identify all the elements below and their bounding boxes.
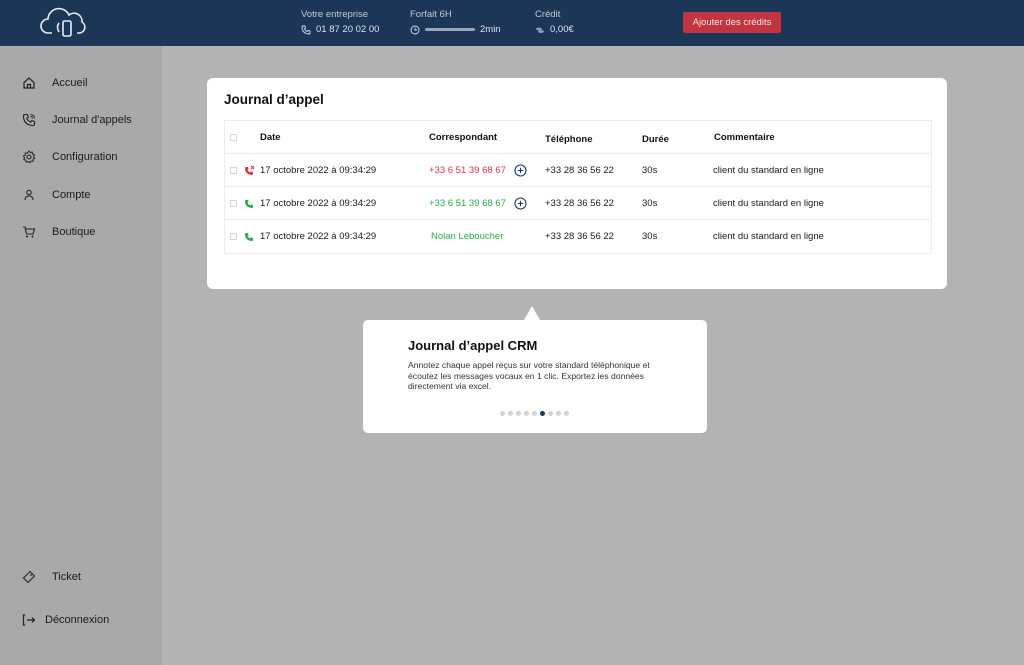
sidebar-item-ticket[interactable]: Ticket (22, 570, 81, 584)
cart-icon (23, 226, 36, 238)
user-icon (24, 189, 34, 201)
cloud-phone-logo-icon[interactable] (40, 6, 90, 40)
plan-label: Forfait 6H (410, 9, 452, 20)
missed-call-icon (245, 165, 255, 175)
onboarding-tooltip: Journal d’appel CRM Annotez chaque appel… (363, 320, 707, 433)
answered-call-icon (245, 233, 253, 241)
column-header-telephone[interactable]: Téléphone (545, 123, 593, 155)
tooltip-text: Annotez chaque appel reçus sur votre sta… (408, 360, 650, 391)
call-log-card: Journal d’appel Date Correspondant Télép… (207, 78, 947, 289)
pagination-dot[interactable] (556, 411, 561, 416)
company-phone: 01 87 20 02 00 (316, 24, 380, 35)
sidebar: Accueil Journal d'appels Configuration C… (0, 46, 162, 665)
table-row[interactable]: 17 octobre 2022 à 09:34:29 Nolan Lebouch… (225, 220, 931, 253)
home-icon (23, 77, 35, 89)
call-duration: 30s (642, 164, 658, 176)
plan-info: Forfait 6H 2min (410, 9, 501, 35)
call-date: 17 octobre 2022 à 09:34:29 (260, 231, 377, 242)
sidebar-item-label: Ticket (52, 571, 81, 583)
select-all-checkbox[interactable] (230, 133, 237, 141)
table-row[interactable]: 17 octobre 2022 à 09:34:29 +33 6 51 39 6… (225, 154, 931, 187)
pagination-dot[interactable] (524, 411, 529, 416)
sidebar-item-label: Accueil (52, 77, 88, 89)
add-contact-icon[interactable] (514, 196, 527, 210)
credit-value: 0,00€ (550, 24, 574, 35)
sidebar-item-compte[interactable]: Compte (22, 188, 91, 202)
pagination-dot[interactable] (500, 411, 505, 416)
pagination-dot[interactable] (548, 411, 553, 416)
pagination-dot[interactable] (532, 411, 537, 416)
row-checkbox[interactable] (230, 233, 237, 240)
correspondent-number[interactable]: +33 6 51 39 68 67 (429, 198, 506, 209)
ticket-icon (22, 570, 36, 584)
call-comment[interactable]: client du standard en ligne (713, 154, 824, 186)
phone-number: +33 28 36 56 22 (545, 164, 614, 176)
pagination-dot[interactable] (564, 411, 569, 416)
coins-icon (536, 27, 544, 33)
phone-number: +33 28 36 56 22 (545, 197, 614, 209)
correspondent-name[interactable]: Nolan Leboucher (431, 231, 503, 242)
sidebar-item-configuration[interactable]: Configuration (22, 150, 117, 164)
credit-info: Crédit 0,00€ (535, 9, 574, 35)
call-log-table: Date Correspondant Téléphone Durée Comme… (224, 120, 932, 254)
clock-icon (410, 25, 420, 34)
table-row[interactable]: 17 octobre 2022 à 09:34:29 +33 6 51 39 6… (225, 187, 931, 220)
column-header-correspondant[interactable]: Correspondant (429, 121, 497, 153)
call-date: 17 octobre 2022 à 09:34:29 (260, 164, 377, 176)
add-contact-icon[interactable] (514, 163, 527, 177)
phone-log-icon (22, 113, 36, 127)
credit-label: Crédit (535, 9, 561, 20)
plan-usage: 2min (480, 24, 501, 35)
company-label: Votre entreprise (301, 9, 369, 20)
top-bar: Votre entreprise 01 87 20 02 00 Forfait … (0, 0, 1024, 46)
call-duration: 30s (642, 197, 658, 209)
logout-icon (22, 614, 36, 626)
sidebar-item-label: Déconnexion (45, 614, 110, 626)
phone-number: +33 28 36 56 22 (545, 231, 614, 242)
sidebar-item-label: Boutique (52, 226, 96, 238)
page-title: Journal d’appel (224, 92, 324, 107)
column-header-date[interactable]: Date (260, 121, 281, 153)
gear-icon (22, 150, 36, 164)
table-header: Date Correspondant Téléphone Durée Comme… (225, 121, 931, 154)
column-header-duree[interactable]: Durée (642, 123, 669, 155)
tooltip-arrow (524, 306, 540, 320)
call-date: 17 octobre 2022 à 09:34:29 (260, 197, 377, 209)
sidebar-item-label: Journal d'appels (52, 114, 132, 126)
call-duration: 30s (642, 231, 658, 242)
tooltip-pagination (500, 411, 569, 416)
company-info: Votre entreprise 01 87 20 02 00 (301, 9, 379, 35)
sidebar-item-boutique[interactable]: Boutique (22, 225, 95, 239)
pagination-dot-active[interactable] (540, 411, 545, 416)
pagination-dot[interactable] (508, 411, 513, 416)
add-credits-button[interactable]: Ajouter des crédits (683, 12, 781, 33)
answered-call-icon (245, 199, 253, 208)
sidebar-item-accueil[interactable]: Accueil (22, 76, 87, 90)
row-checkbox[interactable] (230, 199, 237, 207)
sidebar-item-deconnexion[interactable]: Déconnexion (22, 613, 109, 627)
phone-icon (301, 25, 311, 34)
sidebar-item-journal[interactable]: Journal d'appels (22, 113, 132, 127)
call-comment[interactable]: client du standard en ligne (713, 220, 824, 253)
plan-progress-bar (425, 28, 475, 31)
row-checkbox[interactable] (230, 166, 237, 174)
column-header-commentaire[interactable]: Commentaire (714, 121, 775, 153)
sidebar-item-label: Configuration (52, 151, 118, 163)
call-comment[interactable]: client du standard en ligne (713, 187, 824, 219)
sidebar-item-label: Compte (52, 189, 91, 201)
correspondent-number[interactable]: +33 6 51 39 68 67 (429, 165, 506, 176)
pagination-dot[interactable] (516, 411, 521, 416)
tooltip-title: Journal d’appel CRM (408, 338, 538, 353)
